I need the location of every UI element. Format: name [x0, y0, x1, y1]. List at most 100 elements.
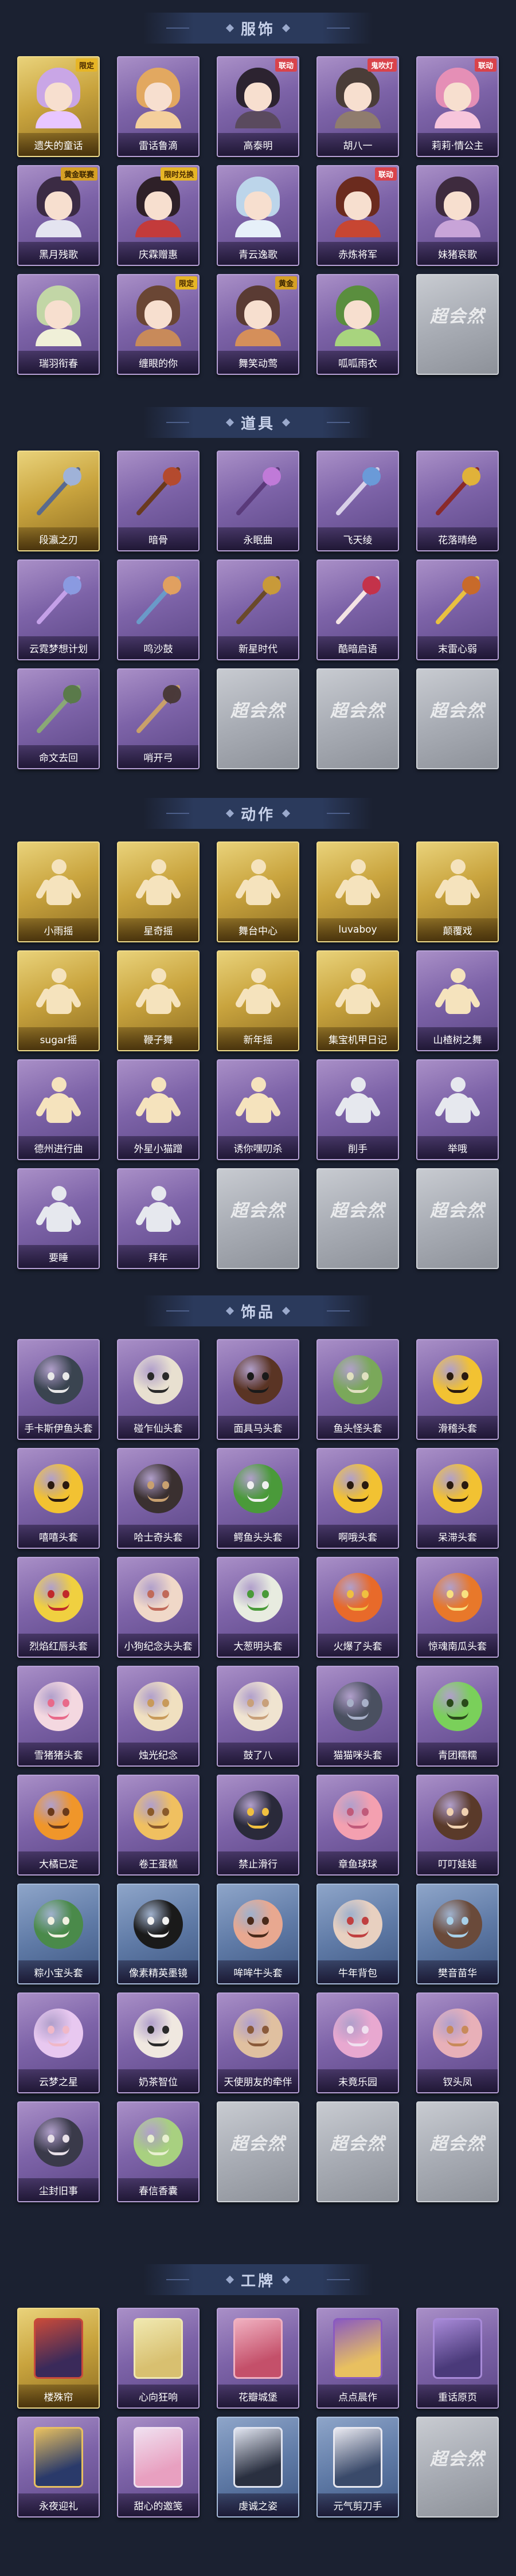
item-card[interactable]: 新星时代 [217, 559, 299, 660]
item-card[interactable]: 末雷心弱 [416, 559, 499, 660]
item-card[interactable]: 元气剪刀手 [316, 2417, 399, 2518]
item-card[interactable]: 鞭子舞 [117, 950, 200, 1051]
empty-slot[interactable]: 超会然 [316, 1168, 399, 1269]
item-card[interactable]: sugar摇 [17, 950, 100, 1051]
item-card[interactable]: 火爆了头套 [316, 1557, 399, 1658]
item-card[interactable]: 面具马头套 [217, 1339, 299, 1440]
item-card[interactable]: 永夜迎礼 [17, 2417, 100, 2518]
empty-slot[interactable]: 超会然 [416, 668, 499, 769]
item-card[interactable]: 滑稽头套 [416, 1339, 499, 1440]
item-card[interactable]: 雷话鲁滴 [117, 56, 200, 157]
item-card[interactable]: 粽小宝头套 [17, 1884, 100, 1984]
item-card[interactable]: 山楂树之舞 [416, 950, 499, 1051]
item-card[interactable]: 甜心的邀笺 [117, 2417, 200, 2518]
item-card[interactable]: 重话原页 [416, 2308, 499, 2409]
item-card[interactable]: 碰乍仙头套 [117, 1339, 200, 1440]
item-card[interactable]: 楼殊帘 [17, 2308, 100, 2409]
item-card[interactable]: 削手 [316, 1059, 399, 1160]
item-card[interactable]: 哞哞牛头套 [217, 1884, 299, 1984]
item-card[interactable]: 举哦 [416, 1059, 499, 1160]
item-card[interactable]: luvaboy [316, 841, 399, 942]
item-card[interactable]: 酷暗启语 [316, 559, 399, 660]
empty-slot[interactable]: 超会然 [217, 1168, 299, 1269]
item-card[interactable]: 章鱼球球 [316, 1775, 399, 1876]
item-card[interactable]: 花落晴绝 [416, 451, 499, 551]
item-card[interactable]: 青云逸歌 [217, 165, 299, 266]
item-card[interactable]: 新年摇 [217, 950, 299, 1051]
item-card[interactable]: 惊魂南瓜头套 [416, 1557, 499, 1658]
item-card[interactable]: 呆滞头套 [416, 1448, 499, 1549]
item-card[interactable]: 诱你嘿叨杀 [217, 1059, 299, 1160]
item-card[interactable]: 虔诚之姿 [217, 2417, 299, 2518]
item-card[interactable]: 联动 高泰明 [217, 56, 299, 157]
item-card[interactable]: 小狗纪念头头套 [117, 1557, 200, 1658]
item-card[interactable]: 外星小猫蹭 [117, 1059, 200, 1160]
item-card[interactable]: 卷王蛋糕 [117, 1775, 200, 1876]
item-card[interactable]: 联动 莉莉·情公主 [416, 56, 499, 157]
item-card[interactable]: 飞天绫 [316, 451, 399, 551]
item-card[interactable]: 禁止滑行 [217, 1775, 299, 1876]
item-card[interactable]: 手卡斯伊鱼头套 [17, 1339, 100, 1440]
item-card[interactable]: 雪猪猪头套 [17, 1666, 100, 1767]
item-card[interactable]: 哈士奇头套 [117, 1448, 200, 1549]
empty-slot[interactable]: 超会然 [316, 668, 399, 769]
item-card[interactable]: 永眠曲 [217, 451, 299, 551]
item-card[interactable]: 瑞羽衔春 [17, 274, 100, 375]
item-card[interactable]: 星奇摇 [117, 841, 200, 942]
item-card[interactable]: 要睡 [17, 1168, 100, 1269]
item-card[interactable]: 鬼吹灯 胡八一 [316, 56, 399, 157]
item-card[interactable]: 牛年背包 [316, 1884, 399, 1984]
item-card[interactable]: 呱呱雨衣 [316, 274, 399, 375]
item-card[interactable]: 尘封旧事 [17, 2101, 100, 2202]
item-card[interactable]: 天使朋友的牵伴 [217, 1992, 299, 2093]
item-card[interactable]: 啊哦头套 [316, 1448, 399, 1549]
item-card[interactable]: 未竟乐园 [316, 1992, 399, 2093]
empty-slot[interactable]: 超会然 [416, 1168, 499, 1269]
item-card[interactable]: 钗头凤 [416, 1992, 499, 2093]
item-card[interactable]: 暗骨 [117, 451, 200, 551]
item-card[interactable]: 鼓了八 [217, 1666, 299, 1767]
empty-slot[interactable]: 超会然 [217, 2101, 299, 2202]
item-card[interactable]: 奶茶智位 [117, 1992, 200, 2093]
item-card[interactable]: 限时兑换 庆霖赠惠 [117, 165, 200, 266]
item-card[interactable]: 德州进行曲 [17, 1059, 100, 1160]
item-card[interactable]: 鸣沙鼓 [117, 559, 200, 660]
item-card[interactable]: 春信香囊 [117, 2101, 200, 2202]
item-card[interactable]: 哨开弓 [117, 668, 200, 769]
item-card[interactable]: 青团糯糯 [416, 1666, 499, 1767]
item-card[interactable]: 限定 遗失的童话 [17, 56, 100, 157]
item-card[interactable]: 颠覆戏 [416, 841, 499, 942]
item-card[interactable]: 集宝机甲日记 [316, 950, 399, 1051]
item-card[interactable]: 樊音苗华 [416, 1884, 499, 1984]
item-card[interactable]: 嘻嘻头套 [17, 1448, 100, 1549]
empty-slot[interactable]: 超会然 [416, 2417, 499, 2518]
item-card[interactable]: 鳄鱼头头套 [217, 1448, 299, 1549]
item-card[interactable]: 大葱明头套 [217, 1557, 299, 1658]
item-card[interactable]: 联动 赤炼将军 [316, 165, 399, 266]
empty-slot[interactable]: 超会然 [316, 2101, 399, 2202]
item-card[interactable]: 像素精英墨镜 [117, 1884, 200, 1984]
item-card[interactable]: 叮叮娃娃 [416, 1775, 499, 1876]
item-card[interactable]: 心向狂响 [117, 2308, 200, 2409]
item-card[interactable]: 命文去回 [17, 668, 100, 769]
item-card[interactable]: 段瀛之刃 [17, 451, 100, 551]
item-card[interactable]: 大橘已定 [17, 1775, 100, 1876]
item-card[interactable]: 云霓梦想计划 [17, 559, 100, 660]
item-card[interactable]: 点点晨作 [316, 2308, 399, 2409]
item-card[interactable]: 拜年 [117, 1168, 200, 1269]
item-card[interactable]: 黄金 舞笑动莺 [217, 274, 299, 375]
item-card[interactable]: 舞台中心 [217, 841, 299, 942]
item-card[interactable]: 限定 缠眼的你 [117, 274, 200, 375]
item-card[interactable]: 黄金联赛 黑月残歌 [17, 165, 100, 266]
item-card[interactable]: 妹猪哀歌 [416, 165, 499, 266]
item-card[interactable]: 花瓣城堡 [217, 2308, 299, 2409]
empty-slot[interactable]: 超会然 [416, 2101, 499, 2202]
item-card[interactable]: 云梦之星 [17, 1992, 100, 2093]
item-card[interactable]: 猫猫咪头套 [316, 1666, 399, 1767]
item-card[interactable]: 烈焰红唇头套 [17, 1557, 100, 1658]
item-card[interactable]: 鱼头怪头套 [316, 1339, 399, 1440]
item-card[interactable]: 小雨摇 [17, 841, 100, 942]
item-card[interactable]: 烛光纪念 [117, 1666, 200, 1767]
empty-slot[interactable]: 超会然 [416, 274, 499, 375]
empty-slot[interactable]: 超会然 [217, 668, 299, 769]
